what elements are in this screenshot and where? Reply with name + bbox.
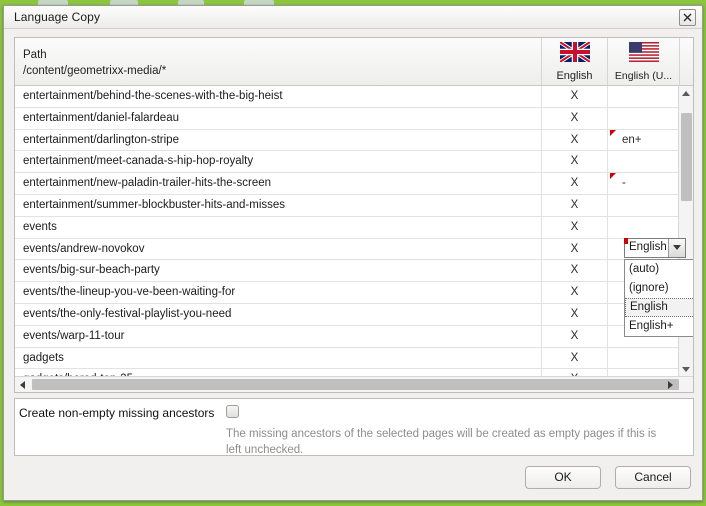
cell-english[interactable]: X [542,194,608,216]
ancestors-checkbox[interactable] [226,405,239,418]
cell-english-us[interactable] [608,86,680,107]
table-row[interactable]: events/warp-11-tour X [15,325,693,348]
cell-path[interactable]: entertainment/behind-the-scenes-with-the… [15,86,542,107]
vertical-scrollbar-thumb[interactable] [681,113,692,201]
horizontal-scrollbar-thumb[interactable] [32,379,679,390]
horizontal-scrollbar[interactable] [15,376,693,392]
comment-marker-icon [610,129,616,136]
cell-english[interactable]: X [542,260,608,282]
options-panel: Create non-empty missing ancestors The m… [14,398,694,456]
language-dropdown-list[interactable]: (auto) (ignore) English English+ [624,259,693,337]
column-header-spacer [680,38,693,85]
cell-path[interactable]: events [15,216,542,238]
cell-english[interactable]: X [542,303,608,325]
table-row[interactable]: entertainment/new-paladin-trailer-hits-t… [15,173,693,195]
cell-english-us[interactable] [608,194,680,216]
column-header-english-us-label: English (U... [614,70,673,82]
dropdown-option[interactable]: (auto) [625,260,693,279]
table-header-row: Path /content/geometrixx-media/* English [15,38,693,86]
triangle-left-icon[interactable] [15,377,30,392]
cell-path[interactable]: gadgets [15,347,542,369]
cell-english[interactable]: X [542,151,608,173]
dropdown-option[interactable]: English+ [625,317,693,336]
cell-english-us[interactable] [608,347,680,369]
cell-english-us[interactable]: - [608,173,680,194]
cell-path[interactable]: entertainment/darlington-stripe [15,129,542,151]
cell-english[interactable]: X [542,86,608,107]
comment-marker-icon [610,173,616,180]
dropdown-option[interactable]: English [625,298,693,317]
table-row[interactable]: events/the-only-festival-playlist-you-ne… [15,303,693,326]
language-copy-dialog: Language Copy Path /content/geometrixx-m… [3,5,703,501]
language-combo-value: English [629,241,667,253]
cell-english[interactable]: X [542,282,608,303]
ok-button[interactable]: OK [525,466,601,489]
cell-path[interactable]: entertainment/new-paladin-trailer-hits-t… [15,173,542,194]
us-flag-icon [628,42,659,62]
table-row[interactable]: entertainment/summer-blockbuster-hits-an… [15,194,693,217]
cell-english[interactable]: X [542,107,608,129]
dialog-footer: OK Cancel [4,456,702,500]
paths-table: Path /content/geometrixx-media/* English [14,37,694,393]
dialog-title: Language Copy [14,10,101,24]
cancel-button[interactable]: Cancel [615,466,691,489]
column-header-english[interactable]: English [542,38,608,85]
ancestors-checkbox-label: Create non-empty missing ancestors [19,406,215,420]
uk-flag-icon [558,40,591,64]
table-body: entertainment/behind-the-scenes-with-the… [15,86,693,377]
cell-english[interactable]: X [542,325,608,347]
cell-english-us[interactable] [608,151,680,173]
cell-path[interactable]: entertainment/daniel-falardeau [15,107,542,129]
cell-english[interactable]: X [542,129,608,151]
cell-english[interactable]: X [542,238,608,260]
table-row[interactable]: events/big-sur-beach-party X [15,260,693,283]
triangle-down-icon[interactable] [679,362,693,377]
chevron-down-icon[interactable] [668,239,685,257]
table-row[interactable]: entertainment/darlington-stripe Xen+ [15,129,693,152]
table-row[interactable]: events/andrew-novokov X [15,238,693,261]
cell-english-us[interactable] [608,107,680,129]
cell-english[interactable]: X [542,347,608,369]
cell-path[interactable]: entertainment/summer-blockbuster-hits-an… [15,194,542,216]
cell-english-us[interactable] [608,216,680,238]
table-row[interactable]: events/the-lineup-you-ve-been-waiting-fo… [15,282,693,304]
cell-path[interactable]: events/andrew-novokov [15,238,542,260]
table-row[interactable]: entertainment/meet-canada-s-hip-hop-roya… [15,151,693,174]
table-row[interactable]: entertainment/daniel-falardeau X [15,107,693,130]
triangle-right-icon[interactable] [663,377,678,392]
cell-english[interactable]: X [542,173,608,194]
close-icon[interactable] [679,9,696,26]
dialog-titlebar: Language Copy [4,6,702,29]
modified-marker-icon [624,238,628,244]
table-row[interactable]: events X [15,216,693,239]
triangle-up-icon[interactable] [679,86,693,101]
table-row[interactable]: gadgets X [15,347,693,370]
cell-path[interactable]: events/big-sur-beach-party [15,260,542,282]
column-header-path[interactable]: Path /content/geometrixx-media/* [15,38,542,85]
column-header-english-label: English [556,70,593,82]
column-header-path-sublabel: /content/geometrixx-media/* [23,65,167,77]
column-header-english-us[interactable]: English (U... [608,38,680,85]
table-row[interactable]: entertainment/behind-the-scenes-with-the… [15,86,693,108]
cell-english-us[interactable]: en+ [608,129,680,151]
column-header-path-label: Path [23,49,47,61]
cell-path[interactable]: entertainment/meet-canada-s-hip-hop-roya… [15,151,542,173]
language-combo-cell[interactable]: English [624,238,686,258]
cell-english[interactable]: X [542,216,608,238]
cell-path[interactable]: events/the-only-festival-playlist-you-ne… [15,303,542,325]
cell-path[interactable]: events/the-lineup-you-ve-been-waiting-fo… [15,282,542,303]
cell-path[interactable]: events/warp-11-tour [15,325,542,347]
dropdown-option[interactable]: (ignore) [625,279,693,298]
ancestors-hint-text: The missing ancestors of the selected pa… [226,428,657,456]
